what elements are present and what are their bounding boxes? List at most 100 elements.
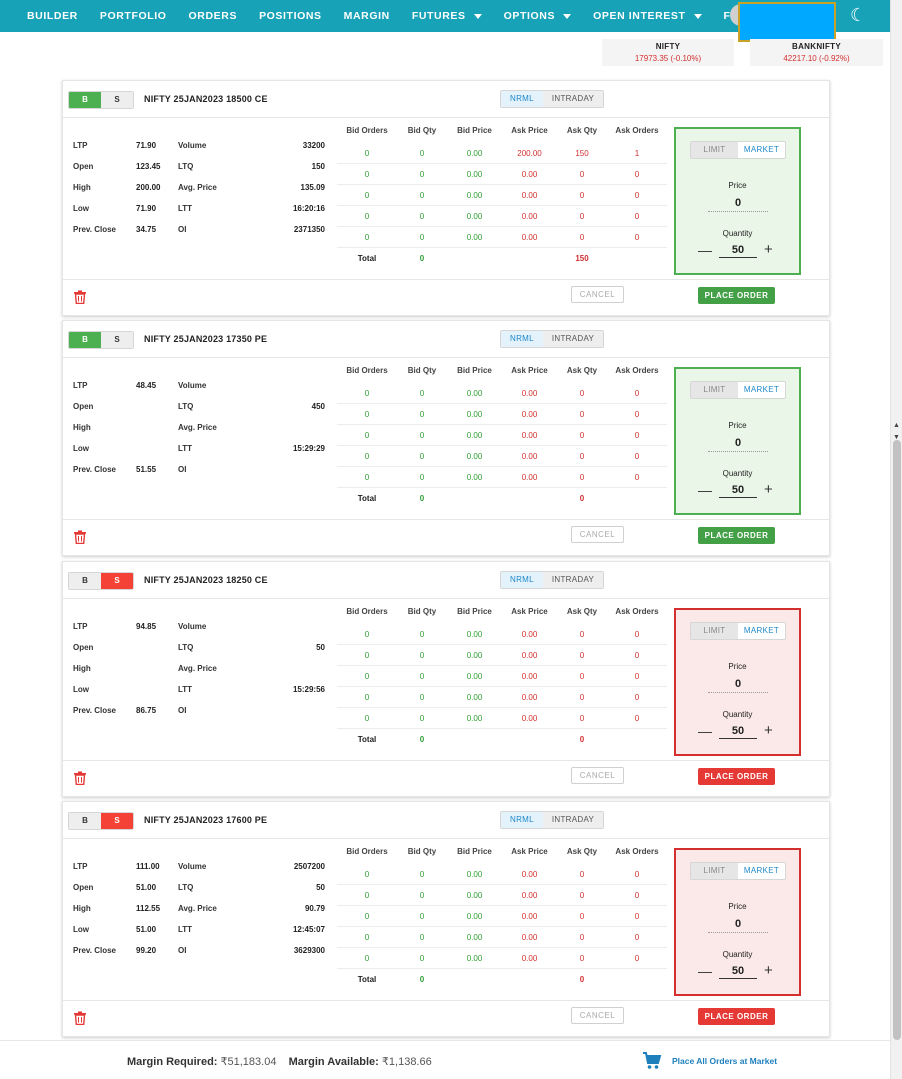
cancel-button[interactable]: CANCEL — [571, 767, 624, 784]
decrease-quantity-button[interactable]: — — [698, 963, 712, 979]
depth-cell: 0.00 — [466, 650, 483, 660]
cancel-button[interactable]: CANCEL — [571, 1007, 624, 1024]
price-input[interactable]: 0 — [708, 197, 768, 212]
depth-cell: 0 — [419, 629, 425, 639]
user-profile-box[interactable] — [738, 2, 836, 42]
stat-row: Open 123.45 LTQ 150 — [73, 162, 328, 172]
depth-row: 0 0 0.00 0.00 0 0 — [337, 948, 667, 969]
product-type-toggle[interactable]: NRML INTRADAY — [500, 571, 605, 589]
limit-button[interactable]: LIMIT — [691, 623, 738, 639]
buy-button[interactable]: B — [69, 332, 101, 348]
limit-button[interactable]: LIMIT — [691, 382, 738, 398]
cancel-button[interactable]: CANCEL — [571, 526, 624, 543]
intraday-button[interactable]: INTRADAY — [542, 91, 604, 107]
trash-icon[interactable] — [73, 290, 87, 304]
market-button[interactable]: MARKET — [738, 382, 785, 398]
order-type-toggle[interactable]: LIMIT MARKET — [690, 862, 786, 880]
buy-sell-toggle[interactable]: B S — [68, 812, 134, 830]
stat-value-high: 200.00 — [136, 183, 161, 192]
buy-sell-toggle[interactable]: B S — [68, 91, 134, 109]
place-order-button[interactable]: PLACE ORDER — [698, 287, 775, 304]
depth-column-header: Ask Qty — [566, 366, 598, 375]
sell-button[interactable]: S — [101, 92, 133, 108]
nav-item-portfolio[interactable]: PORTFOLIO — [100, 10, 167, 22]
stat-value-open: 123.45 — [136, 162, 161, 171]
nrml-button[interactable]: NRML — [501, 91, 543, 107]
limit-button[interactable]: LIMIT — [691, 142, 738, 158]
product-type-toggle[interactable]: NRML INTRADAY — [500, 90, 605, 108]
vertical-scrollbar[interactable]: ▲ ▼ — [890, 0, 902, 1079]
cart-icon[interactable] — [642, 1052, 662, 1070]
trash-icon[interactable] — [73, 1011, 87, 1025]
market-button[interactable]: MARKET — [738, 623, 785, 639]
stat-row: Low 71.90 LTT 16:20:16 — [73, 204, 328, 214]
product-type-toggle[interactable]: NRML INTRADAY — [500, 330, 605, 348]
nrml-button[interactable]: NRML — [501, 331, 543, 347]
depth-column-header: Ask Price — [511, 366, 548, 375]
buy-button[interactable]: B — [69, 573, 101, 589]
decrease-quantity-button[interactable]: — — [698, 482, 712, 498]
price-input[interactable]: 0 — [708, 437, 768, 452]
price-input[interactable]: 0 — [708, 678, 768, 693]
limit-button[interactable]: LIMIT — [691, 863, 738, 879]
buy-sell-toggle[interactable]: B S — [68, 572, 134, 590]
sell-button[interactable]: S — [101, 332, 133, 348]
decrease-quantity-button[interactable]: — — [698, 723, 712, 739]
place-order-button[interactable]: PLACE ORDER — [698, 527, 775, 544]
depth-cell: 0.00 — [521, 190, 538, 200]
depth-cell: 0 — [364, 650, 370, 660]
nrml-button[interactable]: NRML — [501, 572, 543, 588]
buy-button[interactable]: B — [69, 813, 101, 829]
buy-button[interactable]: B — [69, 92, 101, 108]
product-type-toggle[interactable]: NRML INTRADAY — [500, 811, 605, 829]
margin-available-value: ₹1,138.66 — [381, 1056, 432, 1068]
intraday-button[interactable]: INTRADAY — [542, 572, 604, 588]
order-type-toggle[interactable]: LIMIT MARKET — [690, 622, 786, 640]
depth-cell: 0.00 — [466, 890, 483, 900]
increase-quantity-button[interactable]: + — [764, 241, 773, 258]
place-order-button[interactable]: PLACE ORDER — [698, 768, 775, 785]
nav-item-options[interactable]: OPTIONS — [504, 10, 572, 22]
depth-cell: 0.00 — [466, 232, 483, 242]
decrease-quantity-button[interactable]: — — [698, 242, 712, 258]
cancel-button[interactable]: CANCEL — [571, 286, 624, 303]
place-order-button[interactable]: PLACE ORDER — [698, 1008, 775, 1025]
intraday-button[interactable]: INTRADAY — [542, 812, 604, 828]
increase-quantity-button[interactable]: + — [764, 481, 773, 498]
depth-cell: 0 — [364, 409, 370, 419]
buy-sell-toggle[interactable]: B S — [68, 331, 134, 349]
depth-cell: 0.00 — [521, 671, 538, 681]
nav-item-futures[interactable]: FUTURES — [412, 10, 482, 22]
stat-row: Prev. Close 99.20 OI 3629300 — [73, 946, 328, 956]
scroll-up-icon[interactable]: ▲ — [893, 422, 900, 429]
price-input[interactable]: 0 — [708, 918, 768, 933]
intraday-button[interactable]: INTRADAY — [542, 331, 604, 347]
order-type-toggle[interactable]: LIMIT MARKET — [690, 141, 786, 159]
nav-item-orders[interactable]: ORDERS — [189, 10, 238, 22]
order-type-toggle[interactable]: LIMIT MARKET — [690, 381, 786, 399]
increase-quantity-button[interactable]: + — [764, 962, 773, 979]
trash-icon[interactable] — [73, 771, 87, 785]
stat-value-open: 51.00 — [136, 883, 157, 892]
nav-item-positions[interactable]: POSITIONS — [259, 10, 322, 22]
sell-button[interactable]: S — [101, 813, 133, 829]
nav-item-builder[interactable]: BUILDER — [27, 10, 78, 22]
quantity-input[interactable]: 50 — [719, 965, 757, 979]
nrml-button[interactable]: NRML — [501, 812, 543, 828]
market-button[interactable]: MARKET — [738, 863, 785, 879]
nav-item-open-interest[interactable]: OPEN INTEREST — [593, 10, 702, 22]
scrollbar-thumb[interactable] — [893, 440, 901, 1040]
margin-required-value: ₹51,183.04 — [220, 1056, 277, 1068]
stat-row: Low 51.00 LTT 12:45:07 — [73, 925, 328, 935]
sell-button[interactable]: S — [101, 573, 133, 589]
nav-item-label: ORDERS — [188, 10, 238, 22]
place-all-orders-link[interactable]: Place All Orders at Market — [672, 1056, 777, 1066]
increase-quantity-button[interactable]: + — [764, 722, 773, 739]
nav-item-margin[interactable]: MARGIN — [344, 10, 390, 22]
quantity-input[interactable]: 50 — [719, 244, 757, 258]
quantity-input[interactable]: 50 — [719, 725, 757, 739]
moon-icon[interactable]: ☾ — [850, 4, 870, 26]
quantity-input[interactable]: 50 — [719, 484, 757, 498]
market-button[interactable]: MARKET — [738, 142, 785, 158]
trash-icon[interactable] — [73, 530, 87, 544]
